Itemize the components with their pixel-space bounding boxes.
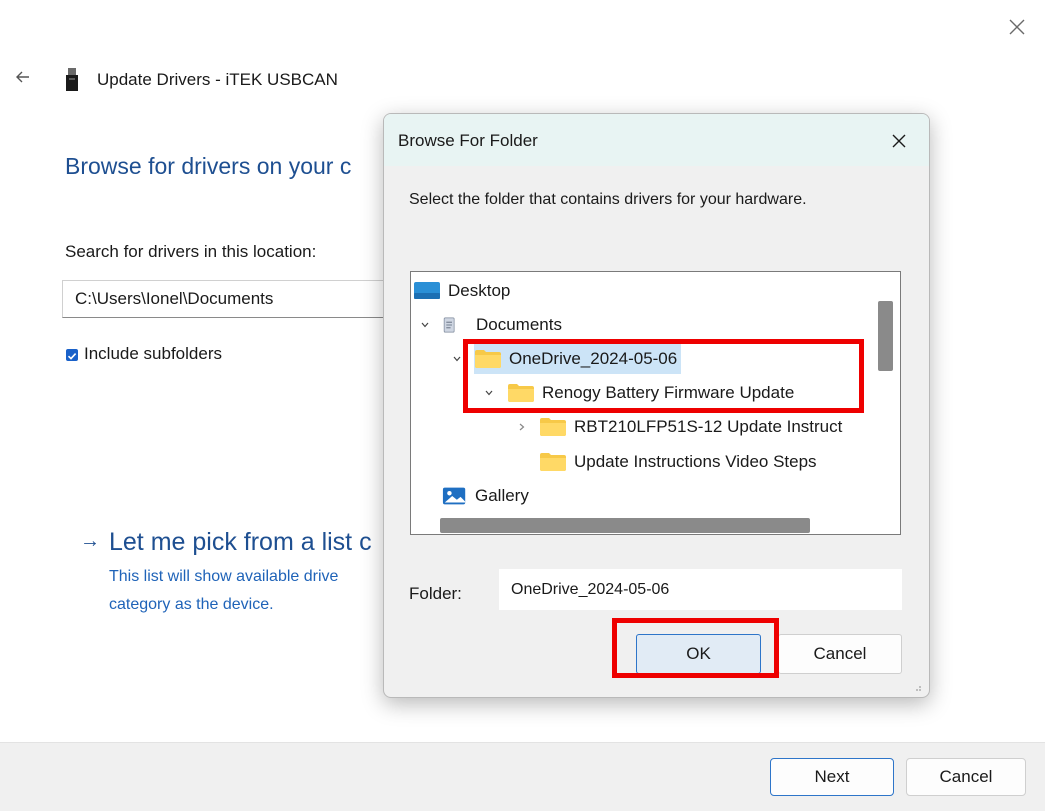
dialog-instruction: Select the folder that contains drivers …	[409, 191, 807, 208]
dialog-title: Browse For Folder	[398, 131, 538, 150]
update-drivers-window: Update Drivers - iTEK USBCAN Browse for …	[0, 0, 1045, 811]
browse-for-folder-dialog: Browse For Folder Select the folder that…	[383, 113, 930, 698]
include-subfolders-checkbox[interactable]	[66, 349, 78, 361]
chevron-down-icon[interactable]	[484, 388, 494, 398]
include-subfolders-label: Include subfolders	[84, 344, 222, 363]
dialog-close-icon[interactable]	[889, 131, 909, 151]
checkmark-icon	[67, 353, 77, 360]
folder-name-input[interactable]	[499, 569, 902, 610]
ok-button[interactable]: OK	[636, 634, 761, 674]
tree-item-rbt210-folder[interactable]: RBT210LFP51S-12 Update Instruct	[539, 412, 842, 442]
tree-item-documents[interactable]: Documents	[442, 310, 562, 340]
chevron-right-icon[interactable]	[517, 422, 527, 432]
tree-item-label: Gallery	[475, 486, 529, 505]
close-icon[interactable]	[1004, 14, 1030, 40]
tree-item-label: RBT210LFP51S-12 Update Instruct	[574, 417, 843, 436]
tree-item-video-steps-folder[interactable]: Update Instructions Video Steps	[539, 447, 817, 477]
tree-item-label: Desktop	[448, 281, 511, 300]
gallery-icon	[442, 487, 466, 505]
tree-item-gallery[interactable]: Gallery	[442, 481, 529, 511]
chevron-down-icon[interactable]	[420, 320, 430, 330]
arrow-right-icon: →	[80, 530, 100, 552]
documents-icon	[443, 317, 455, 333]
pick-from-list-link[interactable]: Let me pick from a list c	[109, 528, 372, 557]
pick-from-list-description: This list will show available drive	[109, 568, 339, 585]
tree-item-label: Update Instructions Video Steps	[574, 452, 817, 471]
pick-from-list-description-line2: category as the device.	[109, 596, 274, 613]
back-arrow-icon[interactable]	[12, 66, 34, 88]
page-heading: Browse for drivers on your c	[65, 153, 352, 179]
folder-icon	[508, 384, 534, 402]
folder-icon	[475, 350, 501, 368]
folder-tree[interactable]: Desktop Documents OneDrive_2024-05-06 Re…	[410, 271, 901, 535]
resize-grip-icon[interactable]	[912, 682, 922, 692]
folder-icon	[540, 418, 566, 436]
tree-item-label: Documents	[476, 315, 562, 334]
next-button[interactable]: Next	[770, 758, 894, 796]
cancel-button[interactable]: Cancel	[906, 758, 1026, 796]
chevron-down-icon[interactable]	[452, 354, 462, 364]
wizard-title: Update Drivers - iTEK USBCAN	[97, 70, 338, 89]
tree-item-onedrive-folder[interactable]: OneDrive_2024-05-06	[474, 344, 682, 374]
tree-item-label: OneDrive_2024-05-06	[509, 349, 678, 368]
usb-device-icon	[66, 68, 78, 91]
driver-path-input[interactable]	[62, 280, 392, 318]
tree-item-desktop[interactable]: Desktop	[413, 276, 510, 306]
tree-item-renogy-folder[interactable]: Renogy Battery Firmware Update	[507, 378, 794, 408]
tree-item-label: Renogy Battery Firmware Update	[542, 383, 795, 402]
horizontal-scrollbar-thumb[interactable]	[440, 518, 810, 533]
search-location-label: Search for drivers in this location:	[65, 242, 317, 261]
folder-icon	[540, 453, 566, 471]
dialog-cancel-button[interactable]: Cancel	[778, 634, 902, 674]
desktop-icon	[414, 282, 440, 299]
dialog-titlebar: Browse For Folder	[384, 114, 929, 166]
folder-label: Folder:	[409, 584, 462, 603]
vertical-scrollbar-thumb[interactable]	[878, 301, 893, 371]
